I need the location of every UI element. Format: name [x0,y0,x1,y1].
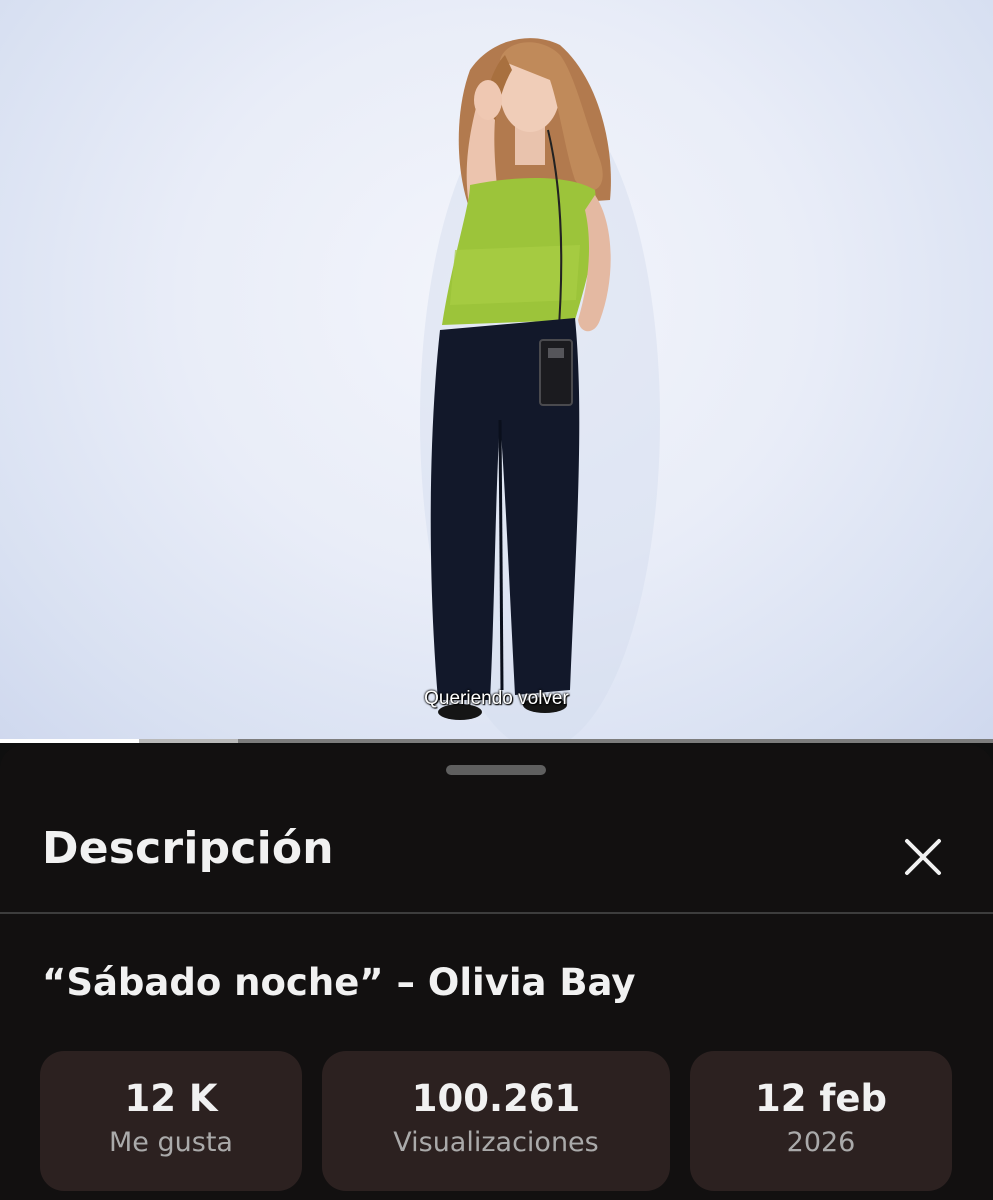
video-frame [420,38,660,743]
close-icon [905,839,941,875]
video-player[interactable]: Queriendo volver [0,0,993,743]
sheet-divider [0,912,993,914]
views-label: Visualizaciones [393,1127,599,1158]
sheet-title: Descripción [42,823,334,874]
app-screen: Queriendo volver Descripción “Sábado noc… [0,0,993,1200]
video-progress-bar[interactable] [0,739,993,743]
date-card: 12 feb 2026 [690,1051,952,1191]
publish-year: 2026 [786,1127,856,1158]
video-title: “Sábado noche” – Olivia Bay [42,961,636,1004]
sheet-drag-handle[interactable] [446,765,546,775]
likes-label: Me gusta [109,1127,233,1158]
stats-row: 12 K Me gusta 100.261 Visualizaciones 12… [40,1051,952,1191]
views-count: 100.261 [411,1077,581,1120]
description-sheet: Descripción “Sábado noche” – Olivia Bay … [0,745,993,1200]
video-progress-fill [0,739,139,743]
video-subtitle: Queriendo volver [424,688,569,709]
likes-card: 12 K Me gusta [40,1051,302,1191]
likes-count: 12 K [124,1077,218,1120]
views-card: 100.261 Visualizaciones [322,1051,670,1191]
publish-date: 12 feb [754,1077,888,1120]
close-button[interactable] [893,827,953,887]
